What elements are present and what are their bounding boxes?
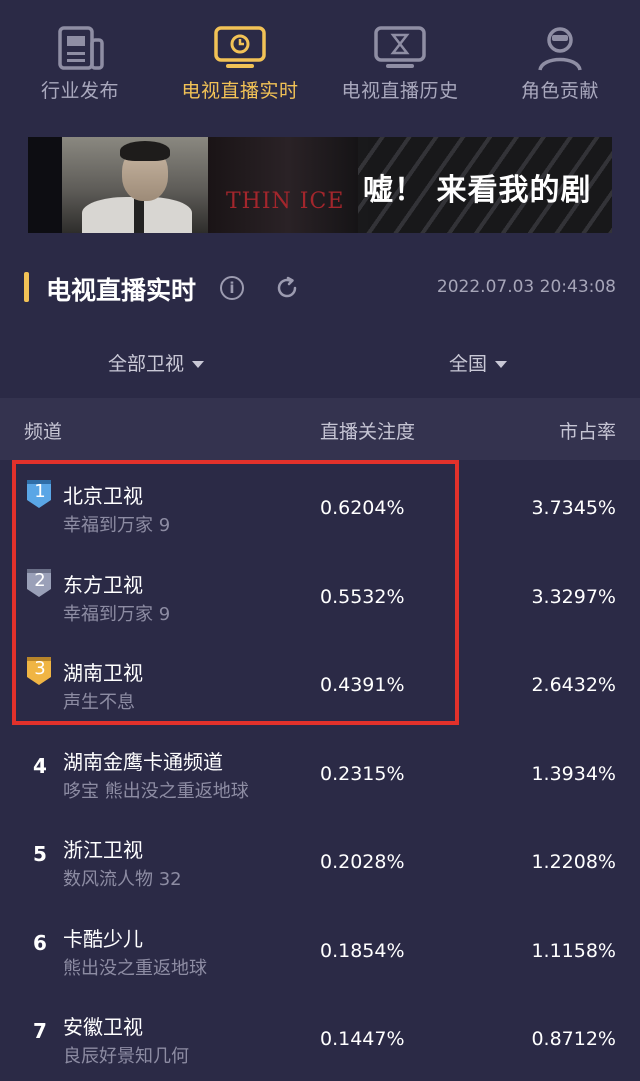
section-accent-bar: [24, 272, 29, 302]
caret-down-icon: [192, 361, 205, 368]
caret-down-icon: [495, 361, 508, 368]
column-header-share[interactable]: 市占率: [559, 417, 616, 444]
share-value: 3.3297%: [531, 585, 616, 608]
promo-banner[interactable]: THIN ICE 嘘！ 来看我的剧: [28, 137, 612, 233]
banner-actor-image: [62, 137, 210, 233]
program-name: 熊出没之重返地球: [63, 957, 207, 979]
nav-item-tv-live-history[interactable]: 电视直播历史: [320, 0, 480, 112]
region-filter-label: 全国: [449, 353, 488, 375]
column-header-channel: 频道: [24, 421, 63, 443]
banner-english-title: THIN ICE: [226, 189, 345, 214]
rank-number: 7: [33, 1019, 47, 1043]
program-name: 良辰好景知几何: [63, 1046, 189, 1067]
nav-label: 行业发布: [40, 80, 119, 102]
column-header-attention[interactable]: 直播关注度: [320, 417, 415, 444]
rank-number: 4: [33, 753, 47, 778]
nav-label: 电视直播实时: [181, 80, 299, 102]
table-row[interactable]: 6 卡酷少儿 熊出没之重返地球 0.1854% 1.1158%: [0, 903, 640, 992]
share-value: 3.7345%: [531, 497, 616, 519]
channel-name: 卡酷少儿: [63, 926, 143, 951]
channel-filter-label: 全部卫视: [108, 353, 185, 375]
share-value: 1.3934%: [531, 762, 616, 785]
rank-number: 5: [33, 842, 47, 866]
table-row[interactable]: 4 湖南金鹰卡通频道 哆宝 熊出没之重返地球 0.2315% 1.3934%: [0, 726, 640, 815]
share-value: 1.1158%: [531, 939, 616, 962]
table-row[interactable]: 5 浙江卫视 数风流人物 32 0.2028% 1.2208%: [0, 814, 640, 903]
share-value: 2.6432%: [531, 674, 616, 696]
newspaper-icon: [58, 26, 104, 70]
program-name: 数风流人物 32: [63, 869, 182, 890]
section-title: 电视直播实时: [46, 276, 197, 305]
attention-value: 0.1447%: [320, 1028, 405, 1050]
channel-name: 湖南金鹰卡通频道: [63, 749, 223, 774]
program-name: 哆宝 熊出没之重返地球: [63, 780, 249, 802]
rank-number: 6: [33, 930, 47, 955]
attention-value: 0.2315%: [320, 762, 405, 785]
banner-slogan: 嘘！ 来看我的剧: [363, 173, 592, 208]
table-row[interactable]: 7 安徽卫视 良辰好景知几何 0.1447% 0.8712%: [0, 991, 640, 1080]
nav-item-role-contribution[interactable]: 角色贡献: [480, 0, 640, 112]
info-icon[interactable]: i: [220, 276, 244, 300]
channel-name: 安徽卫视: [63, 1015, 143, 1039]
table-header: 频道 直播关注度 市占率: [0, 398, 640, 460]
tv-hourglass-icon: [374, 26, 426, 68]
attention-value: 0.2028%: [320, 851, 405, 873]
refresh-icon[interactable]: [274, 275, 300, 301]
nav-label: 角色贡献: [520, 80, 599, 102]
nav-label: 电视直播历史: [341, 80, 459, 102]
update-timestamp: 2022.07.03 20:43:08: [436, 277, 616, 297]
person-icon: [538, 27, 582, 71]
nav-item-tv-live-realtime[interactable]: 电视直播实时: [160, 0, 320, 112]
nav-item-industry-release[interactable]: 行业发布: [0, 0, 160, 112]
region-filter-dropdown[interactable]: 全国: [449, 349, 508, 376]
top3-highlight-box: [12, 460, 459, 725]
share-value: 0.8712%: [531, 1028, 616, 1050]
top-nav: 行业发布 电视直播实时 电视直播历史 角色贡献: [0, 0, 640, 112]
channel-name: 浙江卫视: [63, 838, 143, 862]
channel-filter-dropdown[interactable]: 全部卫视: [108, 349, 205, 376]
attention-value: 0.1854%: [320, 939, 405, 962]
share-value: 1.2208%: [531, 851, 616, 873]
tv-clock-icon: [214, 26, 266, 68]
